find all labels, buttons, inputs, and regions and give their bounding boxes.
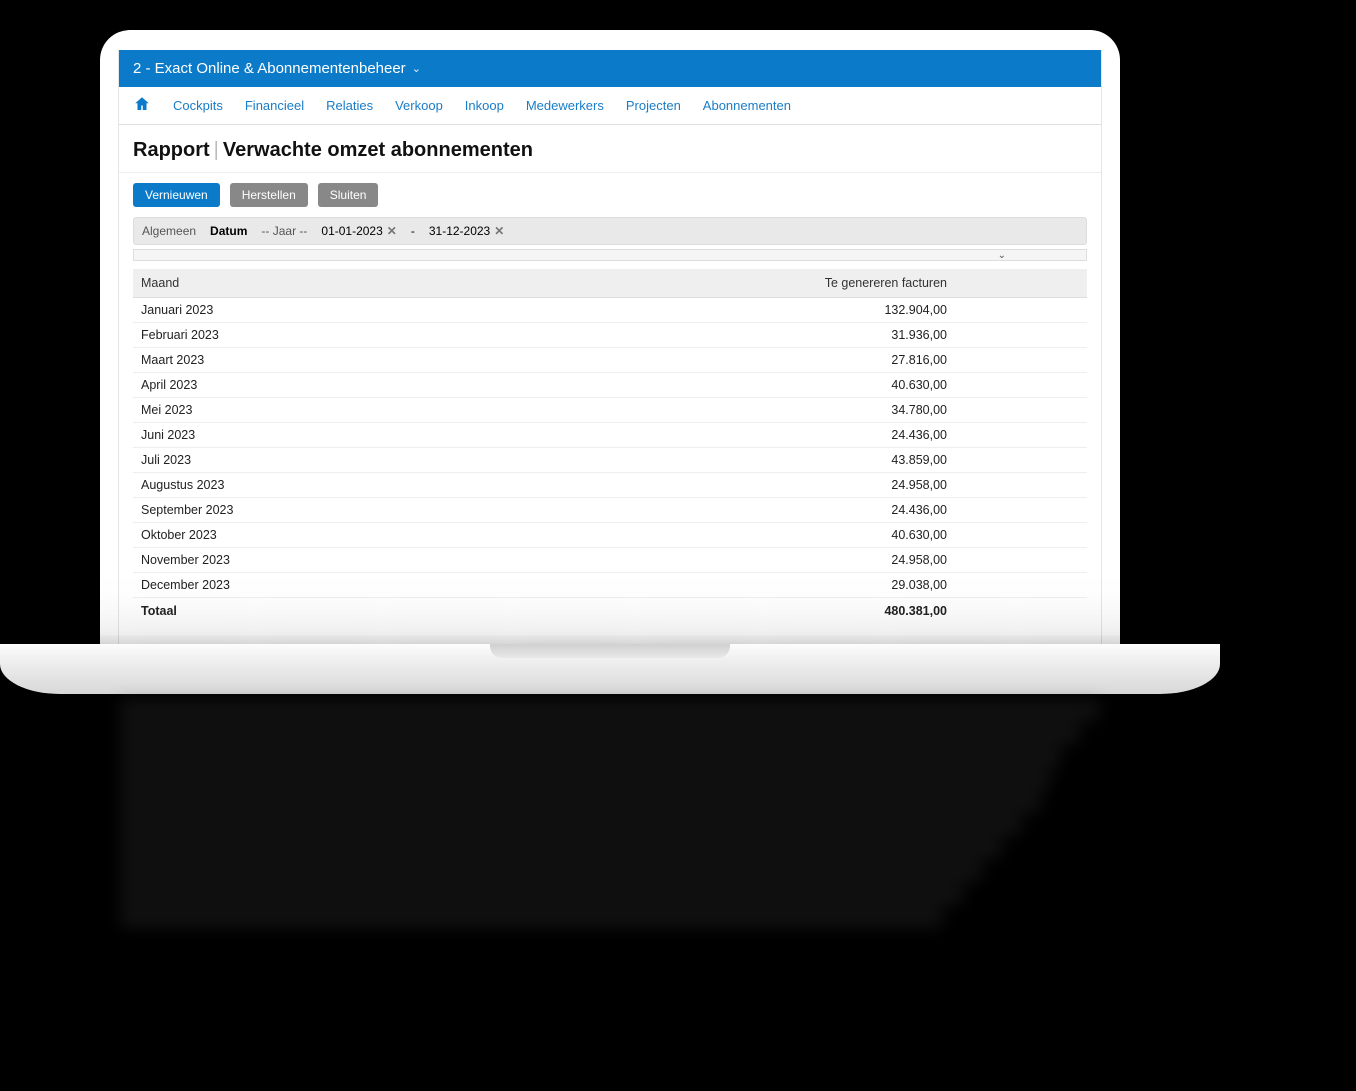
table-row[interactable]: Juni 202324.436,00 — [133, 423, 1087, 448]
year-dropdown[interactable]: -- Jaar -- — [261, 224, 307, 238]
month-cell: December 2023 — [133, 573, 406, 598]
value-cell: 132.904,00 — [406, 298, 1087, 323]
revenue-table: Maand Te genereren facturen Januari 2023… — [133, 269, 1087, 623]
nav-abonnementen[interactable]: Abonnementen — [703, 98, 791, 113]
value-cell: 24.436,00 — [406, 423, 1087, 448]
value-cell: 27.816,00 — [406, 348, 1087, 373]
month-cell: November 2023 — [133, 548, 406, 573]
date-range-separator: - — [411, 224, 415, 238]
month-cell: Juni 2023 — [133, 423, 406, 448]
nav-projecten[interactable]: Projecten — [626, 98, 681, 113]
filter-date-label: Datum — [210, 224, 247, 238]
value-cell: 34.780,00 — [406, 398, 1087, 423]
total-label: Totaal — [133, 598, 406, 624]
month-cell: Augustus 2023 — [133, 473, 406, 498]
value-cell: 29.038,00 — [406, 573, 1087, 598]
table-row[interactable]: Februari 202331.936,00 — [133, 323, 1087, 348]
table-row[interactable]: Oktober 202340.630,00 — [133, 523, 1087, 548]
nav-inkoop[interactable]: Inkoop — [465, 98, 504, 113]
total-row: Totaal480.381,00 — [133, 598, 1087, 624]
month-cell: Februari 2023 — [133, 323, 406, 348]
company-selector-label: 2 - Exact Online & Abonnementenbeheer — [133, 60, 406, 77]
date-from-chip[interactable]: 01-01-2023 ✕ — [321, 224, 396, 238]
table-row[interactable]: September 202324.436,00 — [133, 498, 1087, 523]
table-row[interactable]: December 202329.038,00 — [133, 573, 1087, 598]
month-cell: Oktober 2023 — [133, 523, 406, 548]
col-value-header[interactable]: Te genereren facturen — [406, 269, 1087, 298]
nav-cockpits[interactable]: Cockpits — [173, 98, 223, 113]
filter-bar: Algemeen Datum -- Jaar -- 01-01-2023 ✕ -… — [133, 217, 1087, 245]
value-cell: 40.630,00 — [406, 373, 1087, 398]
refresh-button[interactable]: Vernieuwen — [133, 183, 220, 207]
collapse-bar[interactable]: ⌄ — [133, 249, 1087, 261]
page-header: Rapport|Verwachte omzet abonnementen — [119, 125, 1101, 173]
total-value: 480.381,00 — [406, 598, 1087, 624]
value-cell: 24.436,00 — [406, 498, 1087, 523]
chevron-down-icon: ⌄ — [998, 250, 1006, 261]
table-row[interactable]: Juli 202343.859,00 — [133, 448, 1087, 473]
month-cell: Januari 2023 — [133, 298, 406, 323]
value-cell: 40.630,00 — [406, 523, 1087, 548]
nav-verkoop[interactable]: Verkoop — [395, 98, 443, 113]
action-toolbar: Vernieuwen Herstellen Sluiten — [119, 173, 1101, 217]
value-cell: 24.958,00 — [406, 548, 1087, 573]
date-to-chip[interactable]: 31-12-2023 ✕ — [429, 224, 504, 238]
date-from-value: 01-01-2023 — [321, 224, 382, 238]
close-button[interactable]: Sluiten — [318, 183, 379, 207]
table-row[interactable]: April 202340.630,00 — [133, 373, 1087, 398]
clear-date-from-icon[interactable]: ✕ — [387, 224, 397, 238]
page-title: Rapport|Verwachte omzet abonnementen — [133, 139, 1087, 162]
table-row[interactable]: Augustus 202324.958,00 — [133, 473, 1087, 498]
nav-relaties[interactable]: Relaties — [326, 98, 373, 113]
home-icon[interactable] — [133, 95, 151, 116]
date-to-value: 31-12-2023 — [429, 224, 490, 238]
table-row[interactable]: Maart 202327.816,00 — [133, 348, 1087, 373]
month-cell: September 2023 — [133, 498, 406, 523]
main-nav: Cockpits Financieel Relaties Verkoop Ink… — [119, 87, 1101, 125]
app-header[interactable]: 2 - Exact Online & Abonnementenbeheer ⌄ — [119, 50, 1101, 87]
clear-date-to-icon[interactable]: ✕ — [494, 224, 504, 238]
value-cell: 43.859,00 — [406, 448, 1087, 473]
month-cell: Mei 2023 — [133, 398, 406, 423]
table-row[interactable]: November 202324.958,00 — [133, 548, 1087, 573]
restore-button[interactable]: Herstellen — [230, 183, 308, 207]
filter-tab-general[interactable]: Algemeen — [142, 224, 196, 238]
month-cell: April 2023 — [133, 373, 406, 398]
month-cell: Maart 2023 — [133, 348, 406, 373]
chevron-down-icon: ⌄ — [412, 62, 421, 75]
month-cell: Juli 2023 — [133, 448, 406, 473]
value-cell: 24.958,00 — [406, 473, 1087, 498]
table-row[interactable]: Januari 2023132.904,00 — [133, 298, 1087, 323]
value-cell: 31.936,00 — [406, 323, 1087, 348]
nav-medewerkers[interactable]: Medewerkers — [526, 98, 604, 113]
table-row[interactable]: Mei 202334.780,00 — [133, 398, 1087, 423]
nav-financieel[interactable]: Financieel — [245, 98, 304, 113]
col-month-header[interactable]: Maand — [133, 269, 406, 298]
